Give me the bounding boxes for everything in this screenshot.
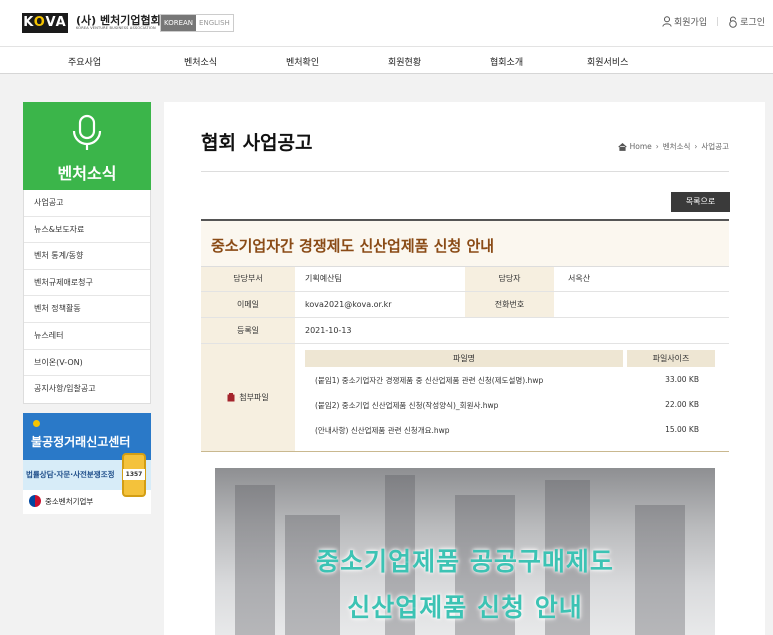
taegeuk-icon bbox=[29, 495, 41, 507]
login-label: 로그인 bbox=[740, 18, 765, 28]
files-label-cell: 첨부파일 bbox=[201, 344, 295, 451]
file-size: 33.00 KB bbox=[665, 375, 699, 384]
nav-item-confirm[interactable]: 벤처확인 bbox=[286, 55, 319, 68]
top-bar: KOVA (사) 벤처기업협회 KOREA VENTURE BUSINESS A… bbox=[0, 0, 773, 46]
info-row-date: 등록일 2021-10-13 bbox=[201, 318, 729, 344]
util-divider: | bbox=[716, 16, 720, 27]
signup-link[interactable]: 회원가입 bbox=[662, 15, 707, 28]
nav-item-about[interactable]: 협회소개 bbox=[490, 55, 523, 68]
info-row-files: 첨부파일 파일명 파일사이즈 (붙임1) 중소기업자간 경쟁제품 중 신산업제품… bbox=[201, 344, 729, 452]
file-link[interactable]: (붙임2) 중소기업 신산업제품 신청(작성양식)_회원사.hwp bbox=[315, 400, 498, 411]
chevron-right-icon: › bbox=[694, 142, 698, 151]
nav-item-business[interactable]: 주요사업 bbox=[68, 55, 101, 68]
banner-desc: 법률상담·자문·사전분쟁조정 bbox=[26, 470, 115, 479]
sidebar-menu: 사업공고 뉴스&보도자료 벤처 통계/동향 벤처규제애로청구 벤처 정책활동 뉴… bbox=[23, 190, 151, 404]
person-value: 서옥산 bbox=[568, 274, 591, 283]
info-row-email: 이메일 kova2021@kova.or.kr 전화번호 bbox=[201, 292, 729, 318]
file-row: (붙임1) 중소기업자간 경쟁제품 중 신산업제품 관련 신청(제도설명).hw… bbox=[305, 367, 715, 392]
nav-item-members[interactable]: 회원현황 bbox=[388, 55, 421, 68]
sidebar-item-notices[interactable]: 공지사항/입찰공고 bbox=[24, 376, 150, 403]
util-menu: 회원가입 | 로그인 bbox=[662, 15, 765, 28]
info-row-dept: 담당부서 기획예산팀 담당자 서옥산 bbox=[201, 267, 729, 292]
person-label: 담당자 bbox=[465, 267, 554, 291]
breadcrumb-current: 사업공고 bbox=[701, 142, 729, 151]
dept-label: 담당부서 bbox=[201, 267, 295, 291]
sidebar-item-policy[interactable]: 벤처 정책활동 bbox=[24, 296, 150, 323]
page-title: 협회 사업공고 bbox=[201, 132, 313, 154]
nav-item-services[interactable]: 회원서비스 bbox=[587, 55, 628, 68]
lang-korean[interactable]: KOREAN bbox=[161, 15, 197, 31]
list-button[interactable]: 목록으로 bbox=[671, 192, 730, 212]
sidebar-item-statistics[interactable]: 벤처 통계/동향 bbox=[24, 243, 150, 270]
sidebar-item-newsletter[interactable]: 뉴스레터 bbox=[24, 323, 150, 350]
home-icon bbox=[617, 142, 627, 151]
main-nav: 주요사업 벤처소식 벤처확인 회원현황 협회소개 회원서비스 bbox=[0, 46, 773, 74]
sidebar-title: 벤처소식 bbox=[57, 164, 117, 183]
poster-line-2: 신산업제품 신청 안내 bbox=[347, 593, 583, 622]
signup-label: 회원가입 bbox=[673, 18, 708, 28]
phone-label: 전화번호 bbox=[465, 292, 554, 317]
breadcrumb: Home › 벤처소식 › 사업공고 bbox=[617, 141, 729, 152]
org-name-en: KOREA VENTURE BUSINESS ASSOCIATION bbox=[76, 26, 156, 30]
lock-icon bbox=[729, 16, 737, 28]
kova-logo[interactable]: KOVA bbox=[22, 13, 68, 33]
file-size: 22.00 KB bbox=[665, 400, 699, 409]
date-label: 등록일 bbox=[201, 318, 295, 343]
file-table-header: 파일명 파일사이즈 bbox=[305, 350, 715, 367]
article-header: 중소기업자간 경쟁제도 신산업제품 신청 안내 bbox=[201, 219, 729, 267]
title-divider bbox=[201, 171, 729, 172]
banner-title: 불공정거래신고센터 bbox=[31, 435, 131, 449]
lang-english[interactable]: ENGLISH bbox=[196, 15, 233, 31]
chevron-right-icon: › bbox=[655, 142, 659, 151]
file-link[interactable]: (붙임1) 중소기업자간 경쟁제품 중 신산업제품 관련 신청(제도설명).hw… bbox=[315, 375, 543, 386]
nav-item-news[interactable]: 벤처소식 bbox=[184, 55, 217, 68]
attachment-icon bbox=[227, 393, 235, 402]
banner-dot bbox=[33, 420, 40, 427]
file-row: (안내사항) 신산업제품 관련 신청개요.hwp 15.00 KB bbox=[305, 417, 715, 442]
unfair-trade-banner[interactable]: 불공정거래신고센터 법률상담·자문·사전분쟁조정 1357 중소벤처기업부 bbox=[23, 413, 151, 514]
sidebar-item-announcements[interactable]: 사업공고 bbox=[24, 190, 150, 217]
sidebar-item-von[interactable]: 브이온(V-ON) bbox=[24, 350, 150, 377]
sidebar-header: 벤처소식 bbox=[23, 102, 151, 190]
banner-phone-number: 1357 bbox=[123, 469, 145, 480]
language-switch: KOREAN ENGLISH bbox=[160, 14, 234, 32]
sidebar-item-regulation[interactable]: 벤처규제애로청구 bbox=[24, 270, 150, 297]
file-table: 파일명 파일사이즈 (붙임1) 중소기업자간 경쟁제품 중 신산업제품 관련 신… bbox=[305, 350, 715, 442]
ministry-logo: 중소벤처기업부 bbox=[29, 495, 93, 507]
article-title: 중소기업자간 경쟁제도 신산업제품 신청 안내 bbox=[211, 237, 495, 255]
file-row: (붙임2) 중소기업 신산업제품 신청(작성양식)_회원사.hwp 22.00 … bbox=[305, 392, 715, 417]
content-area: 협회 사업공고 Home › 벤처소식 › 사업공고 목록으로 중소기업자간 경… bbox=[164, 102, 765, 635]
article-poster-image: 중소기업제품 공공구매제도 신산업제품 신청 안내 bbox=[215, 468, 715, 635]
breadcrumb-news[interactable]: 벤처소식 bbox=[663, 141, 691, 152]
file-link[interactable]: (안내사항) 신산업제품 관련 신청개요.hwp bbox=[315, 425, 450, 436]
email-value: kova2021@kova.or.kr bbox=[305, 300, 392, 309]
breadcrumb-home[interactable]: Home bbox=[630, 142, 652, 151]
file-col-size: 파일사이즈 bbox=[627, 350, 715, 367]
dept-value: 기획예산팀 bbox=[305, 274, 342, 283]
sidebar-item-news[interactable]: 뉴스&보도자료 bbox=[24, 217, 150, 244]
file-col-name: 파일명 bbox=[305, 350, 623, 367]
date-value: 2021-10-13 bbox=[305, 326, 352, 335]
file-size: 15.00 KB bbox=[665, 425, 699, 434]
files-label: 첨부파일 bbox=[239, 393, 269, 402]
user-icon bbox=[662, 16, 672, 27]
phone-icon: 1357 bbox=[122, 453, 146, 497]
microphone-icon bbox=[72, 114, 102, 150]
poster-line-1: 중소기업제품 공공구매제도 bbox=[316, 547, 614, 576]
login-link[interactable]: 로그인 bbox=[728, 15, 765, 28]
ministry-name: 중소벤처기업부 bbox=[45, 496, 94, 506]
email-label: 이메일 bbox=[201, 292, 295, 317]
